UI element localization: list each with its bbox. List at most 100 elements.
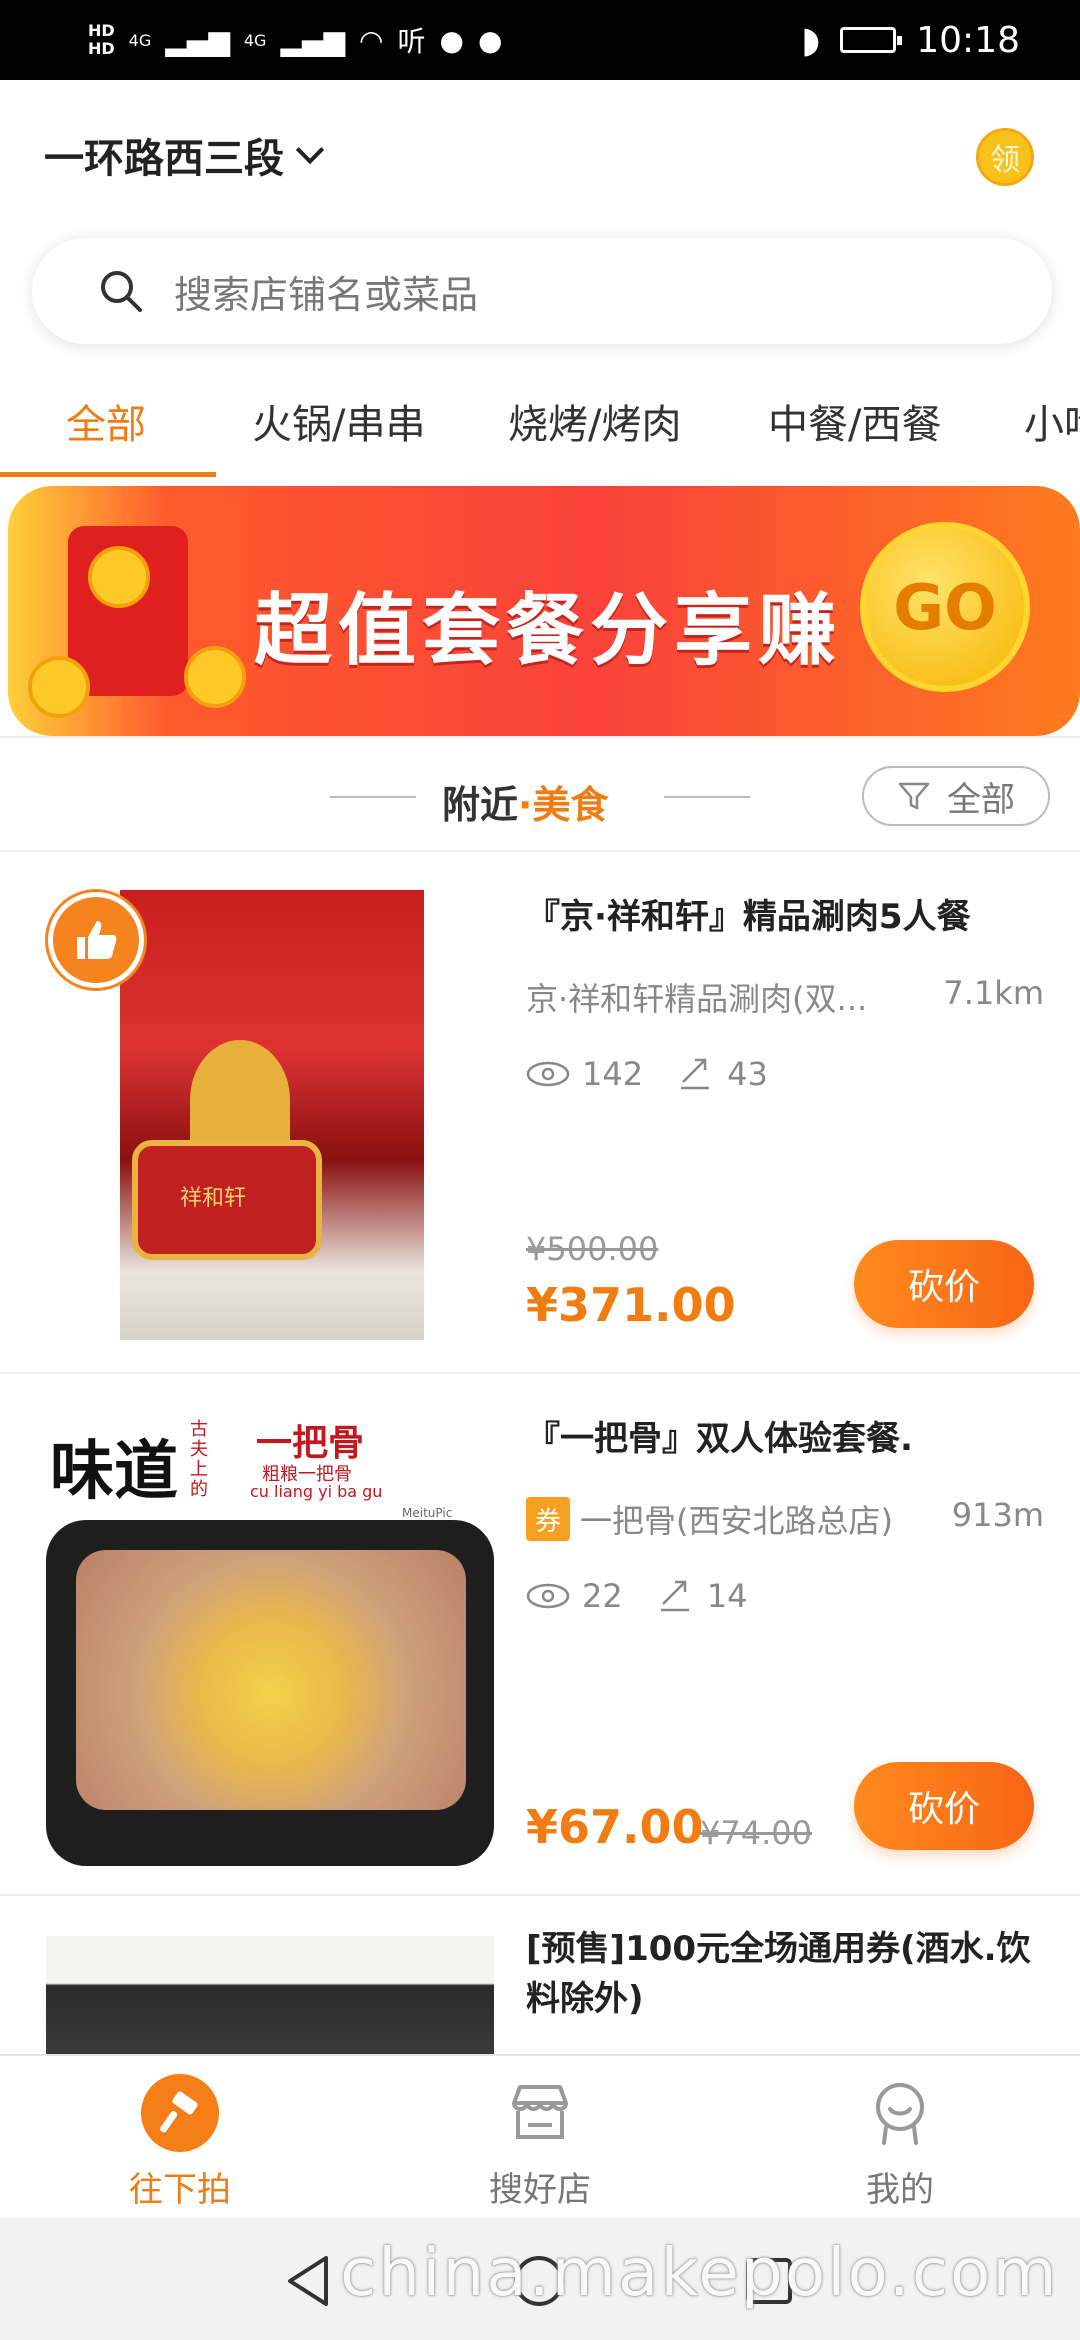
distance: 913m	[951, 1496, 1044, 1534]
eye-icon	[526, 1583, 570, 1609]
tab-bbq[interactable]: 烧烤/烤肉	[508, 392, 681, 450]
watermark: china.makepolo.com	[340, 2234, 1059, 2311]
section-title-prefix: 附近	[442, 783, 519, 827]
bargain-button[interactable]: 砍价	[854, 1762, 1034, 1850]
share-count: 43	[727, 1055, 768, 1093]
app-indicator: 听	[397, 25, 426, 58]
section-title-accent: 美食	[532, 783, 609, 827]
thumbs-up-badge	[48, 892, 144, 988]
divider	[664, 796, 750, 798]
product-image[interactable]	[46, 1936, 494, 2054]
share-count: 14	[706, 1577, 748, 1615]
tab-active-indicator	[0, 472, 216, 477]
tab-hotpot[interactable]: 火锅/串串	[252, 392, 425, 450]
image-text-watermark: MeituPic	[402, 1506, 453, 1520]
nav-item-shops[interactable]: 搜好店	[450, 2074, 630, 2211]
search-input[interactable]: 搜索店铺名或菜品	[32, 238, 1052, 344]
go-label: GO	[893, 570, 997, 644]
profile-icon	[861, 2074, 939, 2152]
original-price: ¥500.00	[526, 1230, 659, 1268]
top-header: 一环路西三段 领	[0, 80, 1080, 230]
eye-icon	[526, 1061, 570, 1087]
wifi-icon: ◠	[359, 23, 384, 57]
back-icon[interactable]	[284, 2254, 332, 2308]
coin-icon	[28, 656, 90, 718]
wechat-icon: ●	[477, 23, 503, 57]
image-text-brand: 一把骨	[256, 1423, 365, 1464]
promo-banner[interactable]: 超值套餐分享赚 GO	[8, 486, 1080, 736]
search-icon	[101, 271, 142, 312]
nav-label: 我的	[866, 2170, 934, 2210]
status-right: ◗ 10:18	[801, 20, 1020, 61]
coin-icon	[184, 646, 246, 708]
filter-icon	[898, 782, 930, 810]
product-image[interactable]: 味道 古夫上的 一把骨 粗粮一把骨 cu liang yi ba gu Meit…	[46, 1410, 494, 1866]
shop-label: 一把骨(西安北路总店)	[580, 1502, 893, 1540]
shop-label: 京·祥和轩精品涮肉(双...	[526, 980, 868, 1018]
hammer-icon	[141, 2074, 219, 2152]
distance: 7.1km	[943, 974, 1044, 1012]
nav-label: 往下拍	[129, 2170, 231, 2210]
section-title: 附近·美食	[442, 774, 608, 829]
coupon-button[interactable]: 领	[976, 128, 1034, 186]
list-item[interactable]: 祥和轩 『京·祥和轩』精品涮肉5人餐 京·祥和轩精品涮肉(双... 7.1km …	[0, 852, 1080, 1374]
current-price: ¥67.00	[526, 1800, 704, 1854]
coin-icon	[88, 546, 150, 608]
share-icon	[681, 1058, 710, 1090]
current-price: ¥371.00	[526, 1278, 736, 1332]
nav-item-home[interactable]: 往下拍	[90, 2074, 270, 2211]
product-image[interactable]: 祥和轩	[120, 890, 424, 1340]
section-title-dot: ·	[518, 783, 533, 827]
category-tabs: 全部 火锅/串串 烧烤/烤肉 中餐/西餐 小吃	[0, 372, 1080, 480]
signal-icon: ▂▄▆	[165, 23, 230, 57]
nearby-food-header: 附近·美食 全部	[0, 736, 1080, 852]
hd-label-2: HD	[88, 39, 115, 58]
share-icon	[660, 1580, 689, 1612]
chevron-down-icon	[295, 135, 325, 165]
image-text-big: 味道	[50, 1435, 178, 1509]
headphone-icon: ◗	[801, 19, 821, 61]
wechat-icon: ●	[439, 23, 464, 57]
list-item[interactable]: [预售]100元全场通用券(酒水.饮料除外)	[0, 1896, 1080, 2054]
view-count: 22	[582, 1577, 623, 1615]
tab-all[interactable]: 全部	[66, 392, 146, 450]
nav-label: 搜好店	[489, 2170, 591, 2210]
clock: 10:18	[916, 19, 1020, 61]
hd-label-1: HD	[88, 21, 115, 40]
tab-snacks[interactable]: 小吃	[1024, 392, 1080, 450]
banner-go-button[interactable]: GO	[860, 522, 1030, 692]
image-caption: 祥和轩	[180, 1186, 247, 1211]
item-title[interactable]: 『一把骨』双人体验套餐.	[526, 1414, 913, 1464]
bargain-button[interactable]: 砍价	[854, 1240, 1034, 1328]
shop-icon	[501, 2074, 579, 2152]
divider	[330, 796, 416, 798]
shop-name: 券 一把骨(西安北路总店)	[526, 1496, 893, 1542]
location-selector[interactable]: 一环路西三段	[44, 126, 325, 184]
soup-shape	[76, 1550, 466, 1810]
shop-name: 京·祥和轩精品涮肉(双...	[526, 974, 867, 1020]
hd-indicator: HD HD	[88, 22, 115, 58]
filter-button[interactable]: 全部	[862, 766, 1050, 826]
signal-label-2: 4G	[243, 30, 267, 50]
battery-icon	[840, 27, 903, 53]
tab-chinese-western[interactable]: 中餐/西餐	[768, 392, 941, 450]
item-title[interactable]: 『京·祥和轩』精品涮肉5人餐	[526, 892, 971, 942]
original-price: ¥74.00	[700, 1814, 812, 1852]
thumbs-up-icon	[77, 921, 117, 959]
bottom-nav: 往下拍 搜好店 我的	[0, 2054, 1080, 2218]
stats: 142 43	[526, 1054, 768, 1094]
coupon-label: 领	[990, 143, 1020, 178]
stats: 22 14	[526, 1576, 747, 1616]
item-title[interactable]: [预售]100元全场通用券(酒水.饮料除外)	[526, 1924, 1046, 2024]
image-text-pinyin: cu liang yi ba gu	[250, 1482, 383, 1501]
nav-item-me[interactable]: 我的	[810, 2074, 990, 2211]
filter-label: 全部	[947, 779, 1015, 820]
location-label: 一环路西三段	[44, 136, 284, 182]
list-item[interactable]: 味道 古夫上的 一把骨 粗粮一把骨 cu liang yi ba gu Meit…	[0, 1374, 1080, 1896]
coupon-tag: 券	[526, 1497, 570, 1541]
signal-label-1: 4G	[128, 30, 152, 50]
banner-title: 超值套餐分享赚	[254, 586, 843, 676]
image-text-side: 古夫上的	[190, 1419, 208, 1500]
status-bar: HD HD 4G ▂▄▆ 4G ▂▄▆ ◠ 听 ● ● ◗ 10:18	[0, 0, 1080, 80]
search-placeholder: 搜索店铺名或菜品	[174, 272, 479, 317]
